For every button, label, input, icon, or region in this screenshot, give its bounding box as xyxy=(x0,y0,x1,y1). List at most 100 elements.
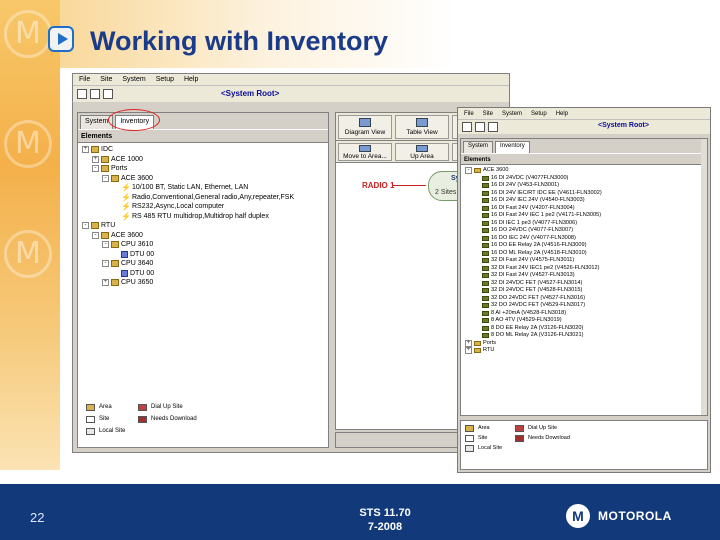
device-icon xyxy=(482,228,489,234)
menu-item-system[interactable]: System xyxy=(122,76,145,83)
tree-item[interactable]: 32 DO 24VDC FET (V4527-FLN3016) xyxy=(465,295,703,303)
legend-label: Area xyxy=(99,404,112,410)
tree-item-label: ACE 3600 xyxy=(483,167,509,173)
menu-item-file[interactable]: File xyxy=(79,76,90,83)
tree-item[interactable]: + RTU xyxy=(465,347,703,355)
collapse-icon[interactable]: - xyxy=(102,174,109,182)
collapse-icon[interactable]: - xyxy=(465,167,472,175)
device-icon xyxy=(482,333,489,339)
tree-item-label: Ports xyxy=(483,339,497,346)
menu-item-site[interactable]: Site xyxy=(100,76,112,83)
tree-item[interactable]: - Ports xyxy=(82,164,324,174)
collapse-icon[interactable]: - xyxy=(92,165,99,173)
open-folder-icon[interactable] xyxy=(90,89,100,99)
tree-item[interactable]: 32 DI Fast 24V IEC1 pe2 (V4526-FLN3012) xyxy=(465,265,703,273)
tree-item[interactable]: - ACE 3600 xyxy=(82,174,324,184)
tree-item[interactable]: DTU 00 xyxy=(82,269,324,279)
device-icon xyxy=(482,258,489,264)
menu-item-help[interactable]: Help xyxy=(184,76,198,83)
tree-item-label: 16 DI Fast 24V (V4207-FLN3004) xyxy=(491,204,575,211)
folder-icon xyxy=(91,146,99,154)
menu-item-system[interactable]: System xyxy=(502,111,522,117)
tab-inventory[interactable]: Inventory xyxy=(495,141,530,153)
device-icon xyxy=(482,310,489,316)
collapse-icon[interactable]: - xyxy=(92,231,99,239)
tree-item[interactable]: + Ports xyxy=(465,340,703,348)
legend-label: Dial Up Site xyxy=(528,425,558,431)
tree-item[interactable]: - ACE 3600 xyxy=(465,167,703,175)
tree-item[interactable]: 8 AO 4TV (V4529-FLN3019) xyxy=(465,317,703,325)
tree-item[interactable]: 16 DI IEC 1 pe3 (V4077-FLN3006) xyxy=(465,220,703,228)
tree-item[interactable]: 16 DI Fast 24V (V4207-FLN3004) xyxy=(465,205,703,213)
tree-item[interactable]: 16 DO EE Relay 2A (V4516-FLN3009) xyxy=(465,242,703,250)
tree-item[interactable]: 32 DI 24VDC FET (V4528-FLN3015) xyxy=(465,287,703,295)
tree-item[interactable]: - RTU xyxy=(82,221,324,231)
toolbar-button-up-area[interactable]: Up Area xyxy=(395,143,449,161)
device-icon xyxy=(121,269,128,277)
tree-item[interactable]: 16 DI 24V (V453-FLN3001) xyxy=(465,182,703,190)
tree-item[interactable]: ⚡ Radio,Conventional,General radio,Any,re… xyxy=(82,193,324,203)
tree-item[interactable]: 32 DI 24VDC FET (V4527-FLN3014) xyxy=(465,280,703,288)
tree-item[interactable]: 32 DI Fast 24V (V4575-FLN3011) xyxy=(465,257,703,265)
tree-item[interactable]: + IDC xyxy=(82,145,324,155)
tree-item-label: 8 DO EE Relay 2A (V3126-FLN3020) xyxy=(491,324,584,331)
menu-item-file[interactable]: File xyxy=(464,111,474,117)
menu-item-site[interactable]: Site xyxy=(483,111,493,117)
tree-item-label: 16 DI 24V IEC 24V (V4540-FLN3003) xyxy=(491,197,585,203)
tree-item[interactable]: 8 AI +20mA (V4528-FLN3018) xyxy=(465,310,703,318)
menu-item-setup[interactable]: Setup xyxy=(156,76,174,83)
tree-item[interactable]: - ACE 3600 xyxy=(82,231,324,241)
legend-item: Local Site xyxy=(86,425,125,437)
tree-item[interactable]: - CPU 3610 xyxy=(82,240,324,250)
menu-item-help[interactable]: Help xyxy=(556,111,568,117)
collapse-icon[interactable]: - xyxy=(82,222,89,230)
tree-item[interactable]: 16 DO IEC 24V (V4077-FLN3008) xyxy=(465,235,703,243)
tree-item-label: 32 DI Fast 24V (V4575-FLN3011) xyxy=(491,257,575,263)
tree-item[interactable]: - CPU 3640 xyxy=(82,259,324,269)
toolbar-button-move-to-area[interactable]: Move to Area... xyxy=(338,143,392,161)
tree-item[interactable]: 8 DO EE Relay 2A (V3126-FLN3020) xyxy=(465,325,703,333)
tree-item[interactable]: ⚡ RS232,Async,Local computer xyxy=(82,202,324,212)
tree-item[interactable]: 16 DO ML Relay 2A (V4518-FLN3010) xyxy=(465,250,703,258)
tree-item-label: 32 DI Fast 24V (V4527-FLN3013) xyxy=(491,272,575,278)
tree-item[interactable]: 16 DI 24V IEC 24V (V4540-FLN3003) xyxy=(465,197,703,205)
tree-item[interactable]: 16 DI 24VDC (V4077FLN3000) xyxy=(465,175,703,183)
link-icon: ⚡ xyxy=(121,183,131,193)
menu-bar: File Site System Setup Help xyxy=(458,108,710,120)
tree-item[interactable]: DTU 00 xyxy=(82,250,324,260)
menu-item-setup[interactable]: Setup xyxy=(531,111,547,117)
device-icon xyxy=(482,175,489,181)
tree-item[interactable]: 16 DI 24V IEC/RT IDC EE (V4611-FLN3002) xyxy=(465,190,703,198)
new-file-icon[interactable] xyxy=(77,89,87,99)
tab-system[interactable]: System xyxy=(463,141,494,153)
expand-icon[interactable]: + xyxy=(465,347,472,355)
page-number: 22 xyxy=(30,510,45,525)
expand-icon[interactable]: + xyxy=(102,279,109,287)
new-file-icon[interactable] xyxy=(462,122,472,132)
tree-item[interactable]: 16 DI Fast 24V IEC 1 pe2 (V4171-FLN3005) xyxy=(465,212,703,220)
radio-node[interactable]: RADIO 1 xyxy=(362,181,427,190)
tree-item[interactable]: 8 DO ML Relay 2A (V3126-FLN3021) xyxy=(465,332,703,340)
save-icon[interactable] xyxy=(103,89,113,99)
toolbar-button-diagram-view[interactable]: Diagram View xyxy=(338,115,392,139)
toolbar-button-table-view[interactable]: Table View xyxy=(395,115,449,139)
tree-item[interactable]: + CPU 3650 xyxy=(82,278,324,288)
tree-item[interactable]: + ACE 1000 xyxy=(82,155,324,165)
open-folder-icon[interactable] xyxy=(475,122,485,132)
vertical-scrollbar[interactable] xyxy=(701,139,707,415)
expand-icon[interactable]: + xyxy=(92,155,99,163)
save-icon[interactable] xyxy=(488,122,498,132)
folder-icon xyxy=(101,155,109,163)
legend-item: Area xyxy=(86,401,125,413)
expand-icon[interactable]: + xyxy=(465,339,472,347)
tree-item[interactable]: ⚡ RS 485 RTU multidrop,Multidrop half dup… xyxy=(82,212,324,222)
collapse-icon[interactable]: - xyxy=(102,241,109,249)
folder-icon xyxy=(111,174,119,182)
expand-icon[interactable]: + xyxy=(82,146,89,154)
tree-item[interactable]: ⚡ 10/100 BT, Static LAN, Ethernet, LAN xyxy=(82,183,324,193)
tree-item[interactable]: 32 DI Fast 24V (V4527-FLN3013) xyxy=(465,272,703,280)
collapse-icon[interactable]: - xyxy=(102,260,109,268)
tree-item[interactable]: 16 DO 24VDC (V4077-FLN3007) xyxy=(465,227,703,235)
tree-item[interactable]: 32 DO 24VDC FET (V4529-FLN3017) xyxy=(465,302,703,310)
device-icon xyxy=(121,250,128,258)
